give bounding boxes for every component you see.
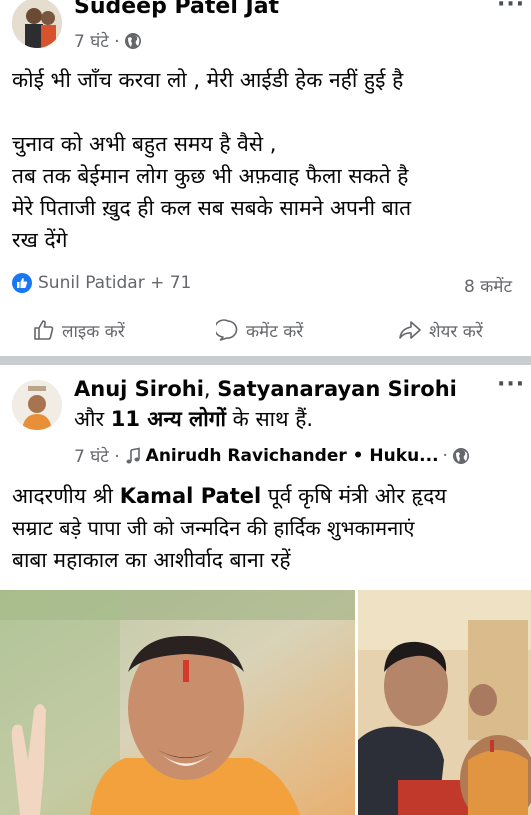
post2-time[interactable]: 7 घंटे · (74, 444, 120, 467)
share-icon (399, 321, 421, 339)
post1-like-button[interactable]: लाइक करें (32, 318, 125, 342)
like-reaction-icon (12, 273, 32, 293)
post1-line-3: तब तक बेईमान लोग कुछ भी अफ़वाह फैला सकते… (12, 164, 409, 188)
post1-line-2: चुनाव को अभी बहुत समय है वैसे , (12, 132, 277, 156)
post2-line-2: सम्राट बड़े पापा जी को जन्मदिन की हार्दि… (12, 516, 415, 540)
post2-author-2[interactable]: Satyanarayan Sirohi (217, 377, 457, 401)
post2-line-3: बाबा महाकाल का आशीर्वाद बाना रहें (12, 548, 291, 572)
thumbs-up-icon (34, 320, 54, 340)
post2-more-options-icon[interactable]: ··· (497, 372, 525, 397)
comment-icon (216, 319, 238, 341)
post2-with-suffix: के साथ हैं. (232, 407, 314, 431)
post1-time[interactable]: 7 घंटे · (74, 29, 120, 52)
music-note-icon (126, 447, 140, 463)
post1-line-5: रख देंगे (12, 228, 68, 252)
post2-author-avatar[interactable] (12, 380, 62, 430)
post2-photo-1[interactable] (0, 590, 355, 815)
globe-icon (452, 447, 469, 464)
post1-line-1: कोई भी जाँच करवा लो , मेरी आईडी हेक नहीं… (12, 68, 404, 92)
post2-text-prefix: आदरणीय श्री (12, 484, 113, 508)
post1-reaction-count: Sunil Patidar + 71 (38, 273, 192, 293)
globe-icon (124, 32, 141, 49)
post1-like-label: लाइक करें (62, 321, 125, 342)
post2-meta: 7 घंटे · Anirudh Ravichander • Huku... · (74, 444, 470, 467)
post1-author-avatar[interactable] (12, 0, 62, 48)
post2-header: Anuj Sirohi, Satyanarayan Sirohi और 11 अ… (74, 374, 494, 434)
post1-text: कोई भी जाँच करवा लो , मेरी आईडी हेक नहीं… (12, 64, 527, 256)
post2-text-rest: पूर्व कृषि मंत्री ओर हृदय (267, 484, 447, 508)
post2-author-1[interactable]: Anuj Sirohi (74, 377, 204, 401)
post2-photo-2[interactable] (358, 590, 531, 815)
post1-reactions[interactable]: Sunil Patidar + 71 (12, 273, 191, 293)
post1-share-button[interactable]: शेयर करें (397, 318, 483, 342)
post2-text: आदरणीय श्री Kamal Patel पूर्व कृषि मंत्र… (12, 480, 531, 576)
post1-meta: 7 घंटे · (74, 29, 142, 52)
post2-music-separator: · (442, 445, 448, 466)
post1-share-label: शेयर करें (429, 321, 483, 342)
post2-with-others[interactable]: 11 अन्य लोगों (111, 407, 226, 431)
post2-author-separator: , (203, 377, 211, 401)
post1-comment-label: कमेंट करें (246, 321, 304, 342)
post1-line-4: मेरे पिताजी ख़ुद ही कल सब सबके सामने अपन… (12, 196, 412, 220)
post2-with-prefix: और (74, 407, 105, 431)
post2-music-track[interactable]: Anirudh Ravichander • Huku... (146, 446, 439, 466)
post1-more-options-icon[interactable]: ··· (497, 0, 525, 17)
post1-comment-count[interactable]: 8 कमेंट (464, 274, 512, 297)
post1-comment-button[interactable]: कमेंट करें (216, 318, 303, 342)
post2-line-1: आदरणीय श्री Kamal Patel पूर्व कृषि मंत्र… (12, 480, 531, 512)
post-divider (0, 356, 531, 365)
post2-mention-kamal-patel[interactable]: Kamal Patel (120, 484, 261, 508)
post1-author-name[interactable]: Sudeep Patel Jat (74, 0, 279, 19)
